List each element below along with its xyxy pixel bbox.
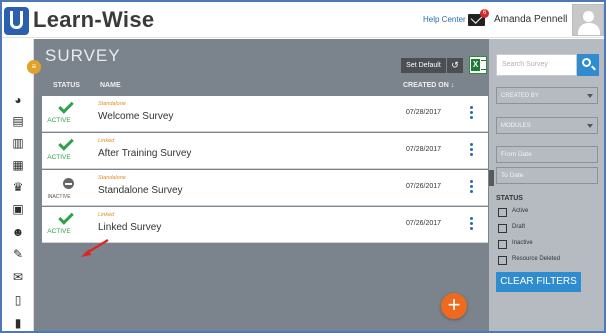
check-icon <box>51 135 74 151</box>
status-badge: ACTIVE <box>47 228 71 235</box>
envelope-open-icon[interactable]: ✉ <box>11 270 25 284</box>
created-date: 07/26/2017 <box>406 220 442 227</box>
checkbox-label: Draft <box>512 224 526 230</box>
status-badge: ACTIVE <box>47 154 71 161</box>
column-header-status[interactable]: STATUS <box>53 82 80 89</box>
search-icon[interactable] <box>577 54 599 76</box>
modules-select[interactable]: MODULES <box>496 117 598 134</box>
assign-icon[interactable]: ✎ <box>11 247 25 261</box>
created-date: 07/26/2017 <box>406 183 442 190</box>
survey-name[interactable]: After Training Survey <box>98 148 191 159</box>
more-options-icon[interactable] <box>470 180 474 196</box>
checkbox[interactable] <box>498 256 507 265</box>
book-icon[interactable]: ▤ <box>11 114 25 128</box>
more-options-icon[interactable] <box>470 106 474 122</box>
panel-scrollbar[interactable] <box>489 170 494 186</box>
more-options-icon[interactable] <box>470 143 474 159</box>
check-icon <box>51 98 74 114</box>
set-default-button[interactable]: Set Default <box>401 58 446 73</box>
certificate-icon[interactable]: ▯ <box>11 293 25 307</box>
trophy-icon[interactable]: ♛ <box>11 180 25 194</box>
created-date: 07/28/2017 <box>406 109 442 116</box>
checkbox[interactable] <box>498 208 507 217</box>
check-icon <box>51 209 74 225</box>
app-window: Learn-Wise Help Center 6 Amanda Pennell … <box>0 0 606 333</box>
table-row[interactable]: ACTIVE Standalone Welcome Survey 07/28/2… <box>42 96 488 132</box>
survey-type: Standalone <box>98 175 126 181</box>
survey-type: Linked <box>98 212 115 218</box>
logo-text: Learn-Wise <box>33 7 155 32</box>
modules-label: MODULES <box>501 123 531 129</box>
created-by-select[interactable]: CREATED BY <box>496 87 598 104</box>
survey-name[interactable]: Linked Survey <box>98 222 161 233</box>
checkbox[interactable] <box>498 240 507 249</box>
survey-type: Standalone <box>98 101 126 107</box>
column-header-name[interactable]: NAME <box>100 82 121 89</box>
checkbox[interactable] <box>498 224 507 233</box>
presentation-icon[interactable]: ▣ <box>11 202 25 216</box>
library-icon[interactable]: ▥ <box>11 136 25 150</box>
learnwise-logo-icon <box>4 7 29 35</box>
users-icon[interactable]: ☻ <box>11 225 25 239</box>
table-row[interactable]: INACTIVE Standalone Standalone Survey 07… <box>42 170 488 206</box>
main-content: SURVEY Set Default ↺ X STATUS NAME CREAT… <box>34 39 489 331</box>
survey-name[interactable]: Standalone Survey <box>98 185 183 196</box>
to-date-field[interactable]: To Date <box>496 167 598 184</box>
created-date: 07/28/2017 <box>406 146 442 153</box>
survey-type: Linked <box>98 138 115 144</box>
menu-toggle-icon[interactable]: ≡ <box>27 60 41 74</box>
reports-chart-icon[interactable]: ▮ <box>11 316 25 330</box>
annotation-arrow-icon <box>81 239 109 257</box>
mail-count-badge: 6 <box>480 9 489 18</box>
top-header: Learn-Wise Help Center 6 Amanda Pennell <box>2 2 604 38</box>
more-options-icon[interactable] <box>470 217 474 233</box>
help-center-link[interactable]: Help Center <box>423 15 466 24</box>
checkbox-label: Resource Deleted <box>512 256 561 262</box>
status-badge: ACTIVE <box>47 117 71 124</box>
table-row[interactable]: ACTIVE Linked After Training Survey 07/2… <box>42 133 488 169</box>
add-survey-button[interactable]: + <box>441 293 467 319</box>
calendar-icon[interactable]: ▦ <box>11 158 25 172</box>
dashboard-icon[interactable]: ◕ <box>11 93 25 107</box>
left-sidebar: ◕ ▤ ▥ ▦ ♛ ▣ ☻ ✎ ✉ ▯ ▮ <box>2 39 34 331</box>
survey-name[interactable]: Welcome Survey <box>98 111 173 122</box>
filter-panel: Search Survey CREATED BY MODULES From Da… <box>489 39 604 331</box>
user-name[interactable]: Amanda Pennell <box>494 14 567 25</box>
clear-filters-button[interactable]: CLEAR FILTERS <box>496 272 581 292</box>
minus-circle-icon <box>51 174 74 189</box>
chevron-down-icon <box>587 124 593 128</box>
from-date-field[interactable]: From Date <box>496 146 598 163</box>
checkbox-label: Active <box>512 208 529 214</box>
search-input[interactable]: Search Survey <box>496 54 577 76</box>
status-badge: INACTIVE <box>47 194 71 200</box>
page-title: SURVEY <box>45 46 121 65</box>
avatar[interactable] <box>572 4 604 36</box>
column-header-created-on[interactable]: CREATED ON ↓ <box>403 82 454 89</box>
status-filter-heading: STATUS <box>496 195 523 202</box>
chevron-down-icon <box>587 94 593 98</box>
reset-icon[interactable]: ↺ <box>447 58 463 73</box>
created-by-label: CREATED BY <box>501 93 539 99</box>
excel-export-icon[interactable]: X <box>469 56 487 74</box>
checkbox-label: Inactive <box>512 240 533 246</box>
